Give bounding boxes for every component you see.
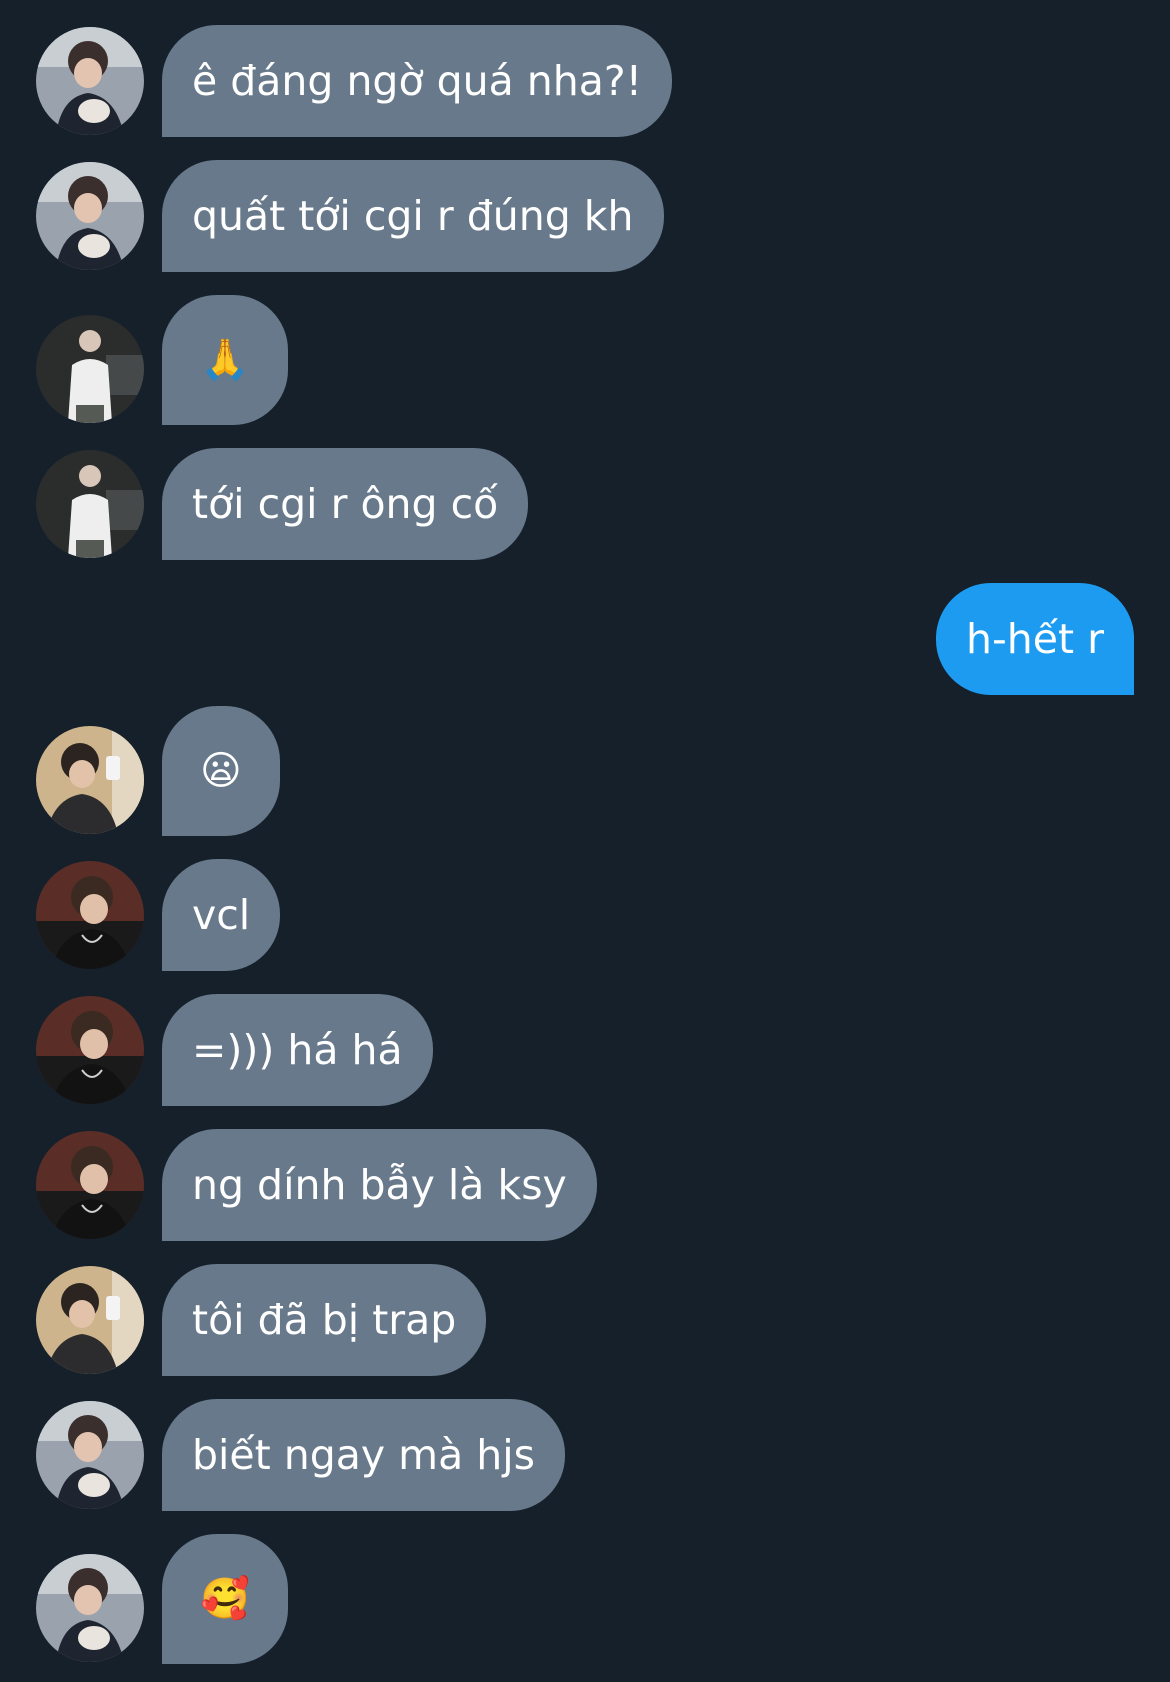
message-row: ê đáng ngờ quá nha?!	[0, 25, 1170, 137]
avatar[interactable]	[36, 1266, 144, 1374]
message-bubble[interactable]: tới cgi r ông cố	[162, 448, 529, 560]
user-avatar-icon	[36, 1266, 144, 1374]
user-avatar-icon	[36, 1131, 144, 1239]
message-bubble[interactable]: =))) há há	[162, 994, 433, 1106]
message-row: quất tới cgi r đúng kh	[0, 160, 1170, 272]
user-avatar-icon	[36, 1554, 144, 1662]
avatar[interactable]	[36, 1131, 144, 1239]
message-bubble[interactable]: vcl	[162, 859, 281, 971]
user-avatar-icon	[36, 1401, 144, 1509]
message-row: 🥰	[0, 1534, 1170, 1664]
message-row: tới cgi r ông cố	[0, 448, 1170, 560]
avatar[interactable]	[36, 162, 144, 270]
message-bubble[interactable]: biết ngay mà hjs	[162, 1399, 566, 1511]
message-bubble[interactable]: ng dính bẫy là ksy	[162, 1129, 597, 1241]
message-row: ng dính bẫy là ksy	[0, 1129, 1170, 1241]
avatar[interactable]	[36, 27, 144, 135]
message-row: =))) há há	[0, 994, 1170, 1106]
message-row: biết ngay mà hjs	[0, 1399, 1170, 1511]
message-bubble[interactable]: 🙏	[162, 295, 288, 425]
message-row: tôi đã bị trap	[0, 1264, 1170, 1376]
user-avatar-icon	[36, 315, 144, 423]
user-avatar-icon	[36, 861, 144, 969]
avatar[interactable]	[36, 315, 144, 423]
message-bubble[interactable]: quất tới cgi r đúng kh	[162, 160, 664, 272]
user-avatar-icon	[36, 162, 144, 270]
avatar[interactable]	[36, 450, 144, 558]
avatar[interactable]	[36, 1401, 144, 1509]
user-avatar-icon	[36, 27, 144, 135]
avatar[interactable]	[36, 861, 144, 969]
message-row: vcl	[0, 859, 1170, 971]
user-avatar-icon	[36, 996, 144, 1104]
message-bubble[interactable]: 😦	[162, 706, 280, 836]
outgoing-message-bubble[interactable]: h-hết r	[936, 583, 1134, 695]
avatar[interactable]	[36, 996, 144, 1104]
message-row: 🙏	[0, 295, 1170, 425]
message-row: 😦	[0, 706, 1170, 836]
message-bubble[interactable]: 🥰	[162, 1534, 288, 1664]
message-bubble[interactable]: tôi đã bị trap	[162, 1264, 487, 1376]
avatar[interactable]	[36, 1554, 144, 1662]
avatar[interactable]	[36, 726, 144, 834]
user-avatar-icon	[36, 450, 144, 558]
user-avatar-icon	[36, 726, 144, 834]
message-bubble[interactable]: ê đáng ngờ quá nha?!	[162, 25, 673, 137]
message-row: h-hết r	[0, 583, 1170, 695]
